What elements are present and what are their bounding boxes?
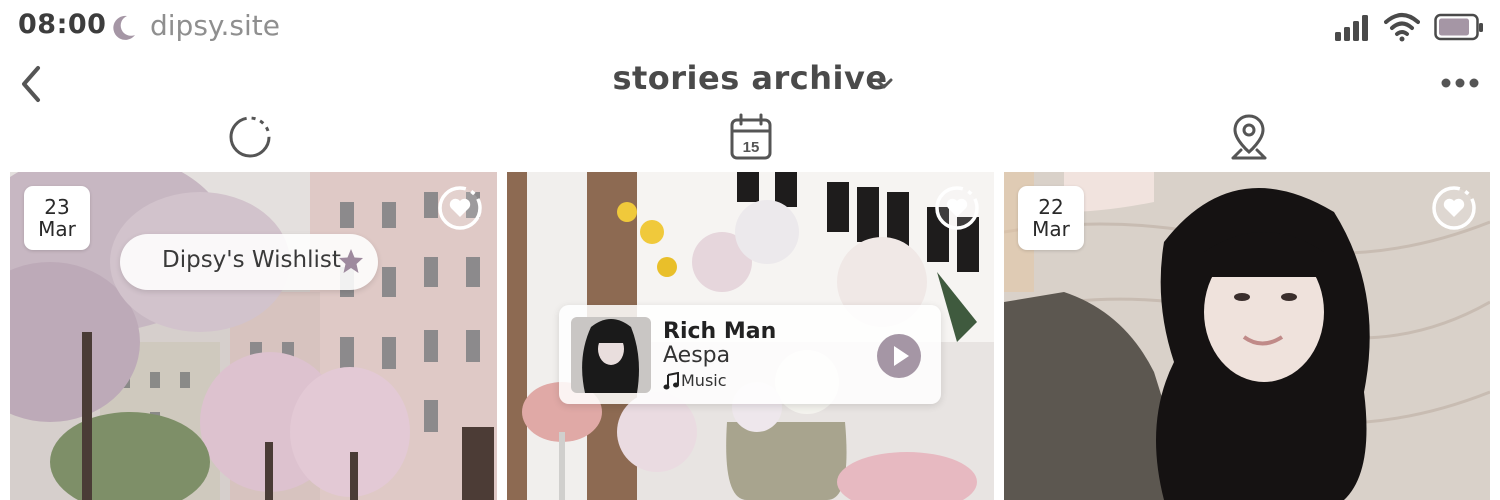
heart-icon[interactable] <box>436 184 484 232</box>
wifi-icon <box>1384 13 1420 42</box>
story-tile[interactable]: 22 Mar <box>1004 172 1490 500</box>
story-date-badge: 23 Mar <box>24 186 90 250</box>
heart-icon[interactable] <box>933 184 981 232</box>
story-tile[interactable]: Rich Man Aespa Music <box>507 172 994 500</box>
calendar-icon[interactable]: 15 <box>727 112 775 162</box>
story-date-day: 23 <box>44 195 70 219</box>
album-cover <box>571 317 651 393</box>
story-date-month: Mar <box>1032 217 1070 241</box>
view-tabs: 15 <box>0 112 1500 168</box>
page-title[interactable]: stories archive <box>0 59 1500 97</box>
battery-icon <box>1434 13 1483 41</box>
more-options-icon[interactable] <box>1440 74 1480 92</box>
wishlist-label: Dipsy's Wishlist <box>162 247 341 273</box>
page-header: stories archive <box>0 56 1500 112</box>
wishlist-sticker[interactable]: Dipsy's Wishlist <box>120 234 378 290</box>
status-bar: 08:00 dipsy.site <box>0 0 1500 56</box>
story-tile[interactable]: 23 Mar Dipsy's Wishlist <box>10 172 497 500</box>
song-artist: Aespa <box>663 343 731 368</box>
chevron-down-icon[interactable] <box>873 74 895 94</box>
play-icon[interactable] <box>875 332 923 380</box>
cellular-signal-icon <box>1335 15 1368 41</box>
stories-grid: 23 Mar Dipsy's Wishlist Rich Man Aespa M… <box>0 172 1500 500</box>
music-sticker[interactable]: Rich Man Aespa Music <box>559 305 941 404</box>
circle-loader-icon[interactable] <box>226 112 274 162</box>
moon-icon <box>113 15 135 40</box>
music-note-icon <box>663 372 679 390</box>
heart-icon[interactable] <box>1430 184 1478 232</box>
map-pin-icon[interactable] <box>1225 112 1273 162</box>
status-time: 08:00 <box>18 9 107 40</box>
music-label: Music <box>681 371 727 390</box>
song-title: Rich Man <box>663 319 777 344</box>
star-icon <box>339 249 363 273</box>
story-date-badge: 22 Mar <box>1018 186 1084 250</box>
site-url[interactable]: dipsy.site <box>150 9 280 42</box>
story-date-day: 22 <box>1038 195 1064 219</box>
calendar-day: 15 <box>743 139 760 156</box>
story-date-month: Mar <box>38 217 76 241</box>
